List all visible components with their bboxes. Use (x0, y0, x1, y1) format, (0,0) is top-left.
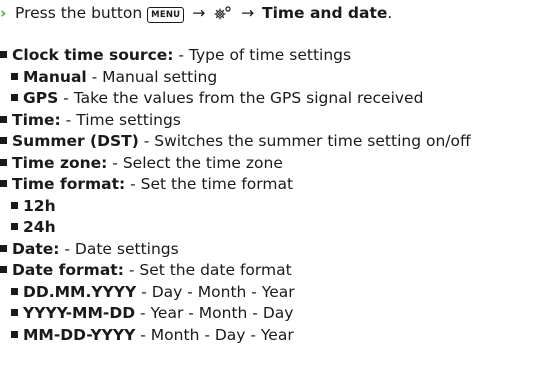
bullet-icon (11, 223, 18, 230)
item-description: - Day - Month - Year (136, 282, 295, 301)
bullet-icon (0, 180, 7, 187)
list-item: YYYY-MM-DD - Year - Month - Day (11, 303, 293, 324)
arrow-icon: → (192, 4, 206, 22)
step-arrow-icon: › (0, 4, 7, 22)
item-term: Manual (23, 67, 87, 86)
item-term: Time zone: (12, 153, 108, 172)
bullet-icon (0, 137, 7, 144)
item-description: - Take the values from the GPS signal re… (58, 89, 424, 107)
item-description: - Select the time zone (107, 153, 283, 172)
list-item: Summer (DST) - Switches the summer time … (0, 131, 471, 152)
item-term: Time format: (12, 175, 126, 193)
item-term: YYYY-MM-DD (23, 304, 136, 322)
bullet-icon (0, 266, 7, 273)
item-description: - Month - Day - Year (135, 325, 294, 344)
list-item: 24h (11, 217, 56, 238)
item-description: - Type of time settings (173, 46, 352, 64)
item-description: - Manual setting (86, 67, 218, 86)
item-term: 24h (23, 218, 56, 236)
bullet-icon (11, 330, 18, 338)
instruction-prefix: Press the button (15, 4, 143, 22)
arrow-icon: → (241, 4, 255, 22)
list-item: Time: - Time settings (0, 110, 181, 131)
item-term: Clock time source: (12, 46, 174, 64)
item-term: Summer (DST) (12, 132, 139, 150)
item-term: GPS (23, 89, 59, 107)
item-description: - Set the time format (125, 175, 294, 193)
item-term: DD.MM.YYYY (23, 282, 137, 301)
bullet-icon (0, 51, 7, 58)
item-description: - Set the date format (123, 261, 292, 279)
list-item: DD.MM.YYYY - Day - Month - Year (11, 282, 295, 303)
list-item: Clock time source: - Type of time settin… (0, 45, 351, 66)
menu-button-icon: MENU (147, 7, 185, 23)
bullet-icon (0, 115, 7, 123)
bullet-icon (0, 158, 7, 166)
item-term: 12h (23, 196, 56, 215)
bullet-icon (11, 72, 18, 80)
bullet-icon (11, 309, 18, 316)
bullet-icon (11, 94, 18, 101)
item-term: Time: (12, 110, 61, 129)
item-description: - Year - Month - Day (135, 304, 294, 322)
list-item: Time format: - Set the time format (0, 174, 293, 195)
list-item: Date format: - Set the date format (0, 260, 292, 281)
item-term: Date format: (12, 261, 124, 279)
item-description: - Time settings (60, 110, 181, 129)
list-item: Time zone: - Select the time zone (0, 153, 283, 174)
bullet-icon (11, 287, 18, 295)
bullet-icon (11, 201, 18, 209)
list-item: Manual - Manual setting (11, 67, 217, 88)
settings-gear-icon (213, 5, 233, 27)
item-description: - Date settings (59, 239, 179, 258)
list-item: 12h (11, 196, 56, 217)
list-item: Date: - Date settings (0, 239, 179, 260)
list-item: MM-DD-YYYY - Month - Day - Year (11, 325, 294, 346)
item-term: MM-DD-YYYY (23, 325, 136, 344)
list-item: GPS - Take the values from the GPS signa… (11, 88, 423, 109)
bullet-icon (0, 244, 7, 252)
item-description: - Switches the summer time setting on/of… (138, 132, 471, 150)
instruction-suffix: . (387, 4, 393, 22)
instruction-step: › Press the button MENU → → Time and dat… (0, 3, 392, 24)
instruction-target: Time and date (262, 4, 388, 22)
item-term: Date: (12, 239, 60, 258)
